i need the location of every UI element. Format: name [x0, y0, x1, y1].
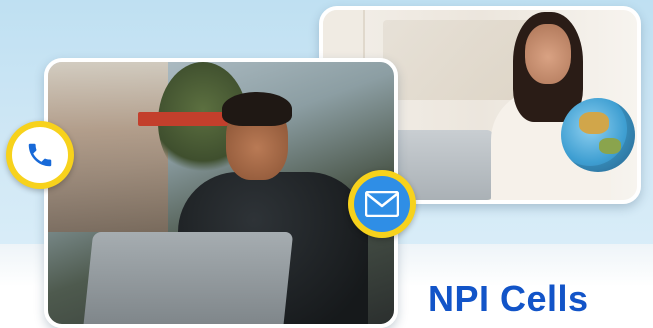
mail-badge [348, 170, 416, 238]
phone-icon [12, 127, 68, 183]
mail-icon [354, 176, 410, 232]
phone-badge [6, 121, 74, 189]
person-head-shape [525, 24, 571, 84]
page-headline: NPI Cells [428, 278, 589, 319]
man-on-phone-photo [44, 58, 398, 328]
laptop-shape [82, 232, 294, 324]
wall-map-shape [383, 20, 533, 100]
globe-shape [561, 98, 635, 172]
awning-shape [138, 112, 228, 126]
person-hair-shape [222, 92, 292, 126]
